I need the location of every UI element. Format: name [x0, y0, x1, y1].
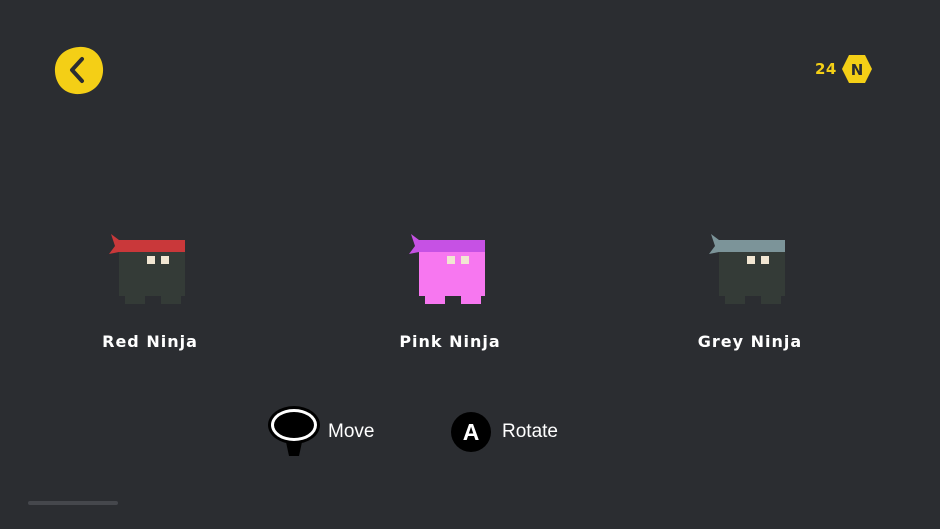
ninja-right-eye: [461, 256, 469, 264]
ninja-right-foot: [161, 296, 181, 304]
a-button-icon: A: [451, 412, 491, 452]
ninja-name-red: Red Ninja: [102, 332, 198, 351]
ninja-headband-tail: [409, 234, 419, 254]
ninja-right-eye: [761, 256, 769, 264]
control-hint-move: Move: [266, 404, 374, 460]
coin-letter: N: [851, 61, 864, 79]
ninja-option-red[interactable]: Red Ninja: [60, 232, 240, 362]
ninja-name-pink: Pink Ninja: [399, 332, 501, 351]
hexagon-n-coin-icon: N: [841, 55, 872, 83]
grey-ninja-sprite: [709, 234, 785, 304]
coin-count: 24: [815, 60, 837, 78]
control-hint-rotate: A Rotate: [450, 404, 558, 460]
a-button-glyph: A: [463, 419, 480, 445]
ninja-right-eye: [161, 256, 169, 264]
ninja-option-grey[interactable]: Grey Ninja: [660, 232, 840, 362]
ninja-left-eye: [447, 256, 455, 264]
ninja-left-eye: [147, 256, 155, 264]
ninja-left-eye: [747, 256, 755, 264]
ninja-headband: [719, 240, 785, 252]
ninja-right-foot: [461, 296, 481, 304]
ninja-headband: [419, 240, 485, 252]
red-ninja-sprite: [109, 234, 185, 304]
bottom-indicator-bar: [28, 501, 118, 505]
ninja-right-foot: [761, 296, 781, 304]
ninja-option-pink[interactable]: Pink Ninja: [360, 232, 540, 362]
ninja-headband-tail: [109, 234, 119, 254]
back-button[interactable]: [54, 45, 104, 95]
control-label-rotate: Rotate: [502, 421, 558, 442]
ninja-left-foot: [125, 296, 145, 304]
coin-counter: 24 N: [815, 53, 873, 85]
ninja-left-foot: [425, 296, 445, 304]
thumbstick-icon: [268, 406, 320, 456]
ninja-headband: [119, 240, 185, 252]
chevron-left-icon: [54, 46, 104, 95]
ninja-name-grey: Grey Ninja: [697, 332, 803, 351]
ninja-left-foot: [725, 296, 745, 304]
ninja-headband-tail: [709, 234, 719, 254]
control-label-move: Move: [328, 421, 375, 442]
pink-ninja-sprite: [409, 234, 485, 304]
